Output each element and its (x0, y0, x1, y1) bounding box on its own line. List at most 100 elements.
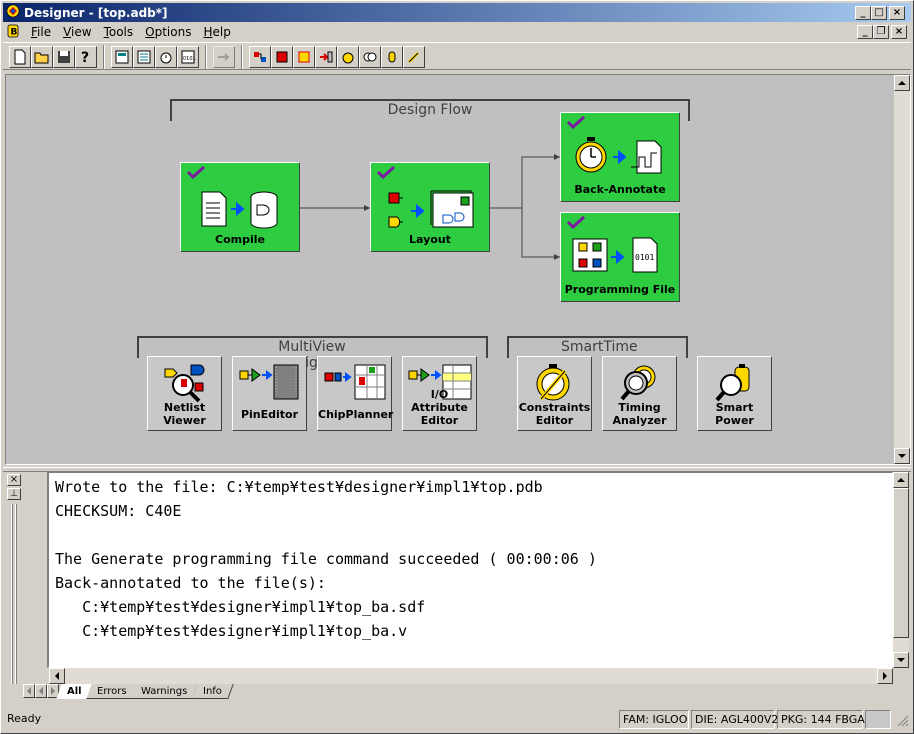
save-button[interactable] (53, 46, 75, 68)
new-file-button[interactable] (9, 46, 31, 68)
status-die: DIE: AGL400V2 (691, 710, 778, 729)
tab-prev-icon[interactable] (35, 684, 47, 698)
app-icon (6, 4, 20, 21)
log-vertical-scrollbar[interactable] (893, 472, 909, 668)
log-pane: × ⊥ Wrote to the file: C:¥temp¥test¥desi… (5, 472, 911, 702)
mdi-restore-button[interactable]: ❐ (873, 25, 889, 39)
scroll-thumb[interactable] (893, 488, 909, 638)
pin-editor-icon (238, 363, 302, 406)
pin-editor-button[interactable]: PinEditor (232, 356, 307, 431)
check-icon (566, 115, 586, 132)
scroll-down-icon[interactable] (893, 652, 909, 668)
back-annotate-step[interactable]: Back-Annotate (560, 112, 680, 202)
designer-window: Designer - [top.adb*] _ □ × B File View … (0, 0, 914, 734)
help-button[interactable]: ? (75, 46, 97, 68)
constraints-editor-icon (535, 363, 575, 406)
chip-icon[interactable] (293, 46, 315, 68)
timing-icon[interactable] (359, 46, 381, 68)
stopwatch-icon (575, 135, 667, 178)
io-icon[interactable] (315, 46, 337, 68)
timing-analyzer-button[interactable]: Timing Analyzer (602, 356, 677, 431)
netlist-viewer-label-2: Viewer (163, 414, 206, 427)
mdi-minimize-button[interactable]: _ (857, 25, 873, 39)
scroll-right-icon[interactable] (877, 668, 893, 684)
constraints-editor-button[interactable]: Constraints Editor (517, 356, 592, 431)
minimize-button[interactable]: _ (855, 6, 871, 20)
check-icon (186, 165, 206, 182)
svg-text:?: ? (81, 50, 89, 65)
smart-power-button[interactable]: Smart Power (697, 356, 772, 431)
mdi-close-button[interactable]: × (891, 25, 907, 39)
arrow-icon[interactable] (213, 46, 235, 68)
close-button[interactable]: × (889, 6, 905, 20)
tab-info[interactable]: Info (191, 684, 234, 699)
tab-first-icon[interactable] (23, 684, 35, 698)
pin-icon[interactable] (271, 46, 293, 68)
constraints-icon[interactable] (337, 46, 359, 68)
menu-tools[interactable]: Tools (98, 25, 140, 39)
svg-text:0101: 0101 (635, 253, 654, 262)
log-line: Back-annotated to the file(s): (55, 574, 326, 592)
check-icon (376, 165, 396, 182)
compile-label: Compile (215, 233, 265, 246)
flow-scrollbar[interactable] (894, 75, 910, 464)
menu-file[interactable]: File (25, 25, 57, 39)
timing-analyzer-label-1: Timing (618, 401, 661, 414)
resize-grip-icon[interactable] (897, 715, 909, 730)
log-side-controls: × ⊥ (5, 472, 23, 684)
scroll-down-icon[interactable] (894, 448, 910, 464)
status-bar: Ready FAM: IGLOO DIE: AGL400V2 PKG: 144 … (3, 709, 911, 731)
menu-options[interactable]: Options (139, 25, 197, 39)
power-icon[interactable] (381, 46, 403, 68)
io-attribute-editor-button[interactable]: I/O Attribute Editor (402, 356, 477, 431)
pin-log-icon[interactable]: ⊥ (7, 488, 21, 500)
binary-icon[interactable]: 0101 (177, 46, 199, 68)
chip-planner-button[interactable]: ChipPlanner (317, 356, 394, 431)
smart-power-icon (714, 363, 755, 406)
log-line: The Generate programming file command su… (55, 550, 597, 568)
netlist-icon[interactable] (249, 46, 271, 68)
log-horizontal-scrollbar[interactable] (49, 668, 893, 684)
scroll-up-icon[interactable] (893, 472, 909, 488)
status-extra (865, 710, 891, 729)
toolbar-icon-1[interactable] (111, 46, 133, 68)
toolbar-icon-2[interactable] (133, 46, 155, 68)
smart-power-label-2: Power (715, 414, 754, 427)
smart-power-label-1: Smart (715, 401, 754, 414)
wand-icon[interactable] (403, 46, 425, 68)
svg-text:0101: 0101 (183, 56, 196, 62)
log-line: C:¥temp¥test¥designer¥impl1¥top_ba.sdf (55, 598, 426, 616)
svg-text:B: B (11, 27, 18, 37)
status-ready: Ready (7, 712, 42, 725)
toolbar: ? 0101 (3, 42, 911, 70)
scroll-up-icon[interactable] (894, 75, 910, 91)
open-file-button[interactable] (31, 46, 53, 68)
compile-step[interactable]: Compile (180, 162, 300, 252)
tab-warnings[interactable]: Warnings (130, 684, 200, 699)
layout-step[interactable]: Layout (370, 162, 490, 252)
programming-file-step[interactable]: 0101 Programming File (560, 212, 680, 302)
pin-editor-label: PinEditor (240, 408, 299, 421)
chip-planner-label: ChipPlanner (318, 408, 394, 421)
maximize-button[interactable]: □ (871, 6, 887, 20)
constraints-editor-label-2: Editor (535, 414, 574, 427)
constraints-editor-label-1: Constraints (518, 401, 591, 414)
timer-icon[interactable] (155, 46, 177, 68)
close-log-icon[interactable]: × (7, 474, 21, 486)
layout-label: Layout (409, 233, 451, 246)
menu-view[interactable]: View (57, 25, 97, 39)
window-title: Designer - [top.adb*] (24, 5, 168, 20)
check-icon (566, 215, 586, 232)
menu-help[interactable]: Help (197, 25, 236, 39)
menu-bar: B File View Tools Options Help (3, 23, 911, 41)
timing-analyzer-label-2: Analyzer (612, 414, 667, 427)
log-output[interactable]: Wrote to the file: C:¥temp¥test¥designer… (47, 472, 893, 668)
doc-icon: B (7, 24, 19, 41)
design-flow-pane: Design Flow Compile Layout Back-Annotate (5, 74, 911, 465)
scroll-left-icon[interactable] (49, 668, 65, 684)
chip-planner-icon (323, 363, 387, 406)
io-attribute-label-2: Editor (420, 414, 459, 427)
log-line: CHECKSUM: C40E (55, 502, 182, 520)
netlist-viewer-button[interactable]: Netlist Viewer (147, 356, 222, 431)
